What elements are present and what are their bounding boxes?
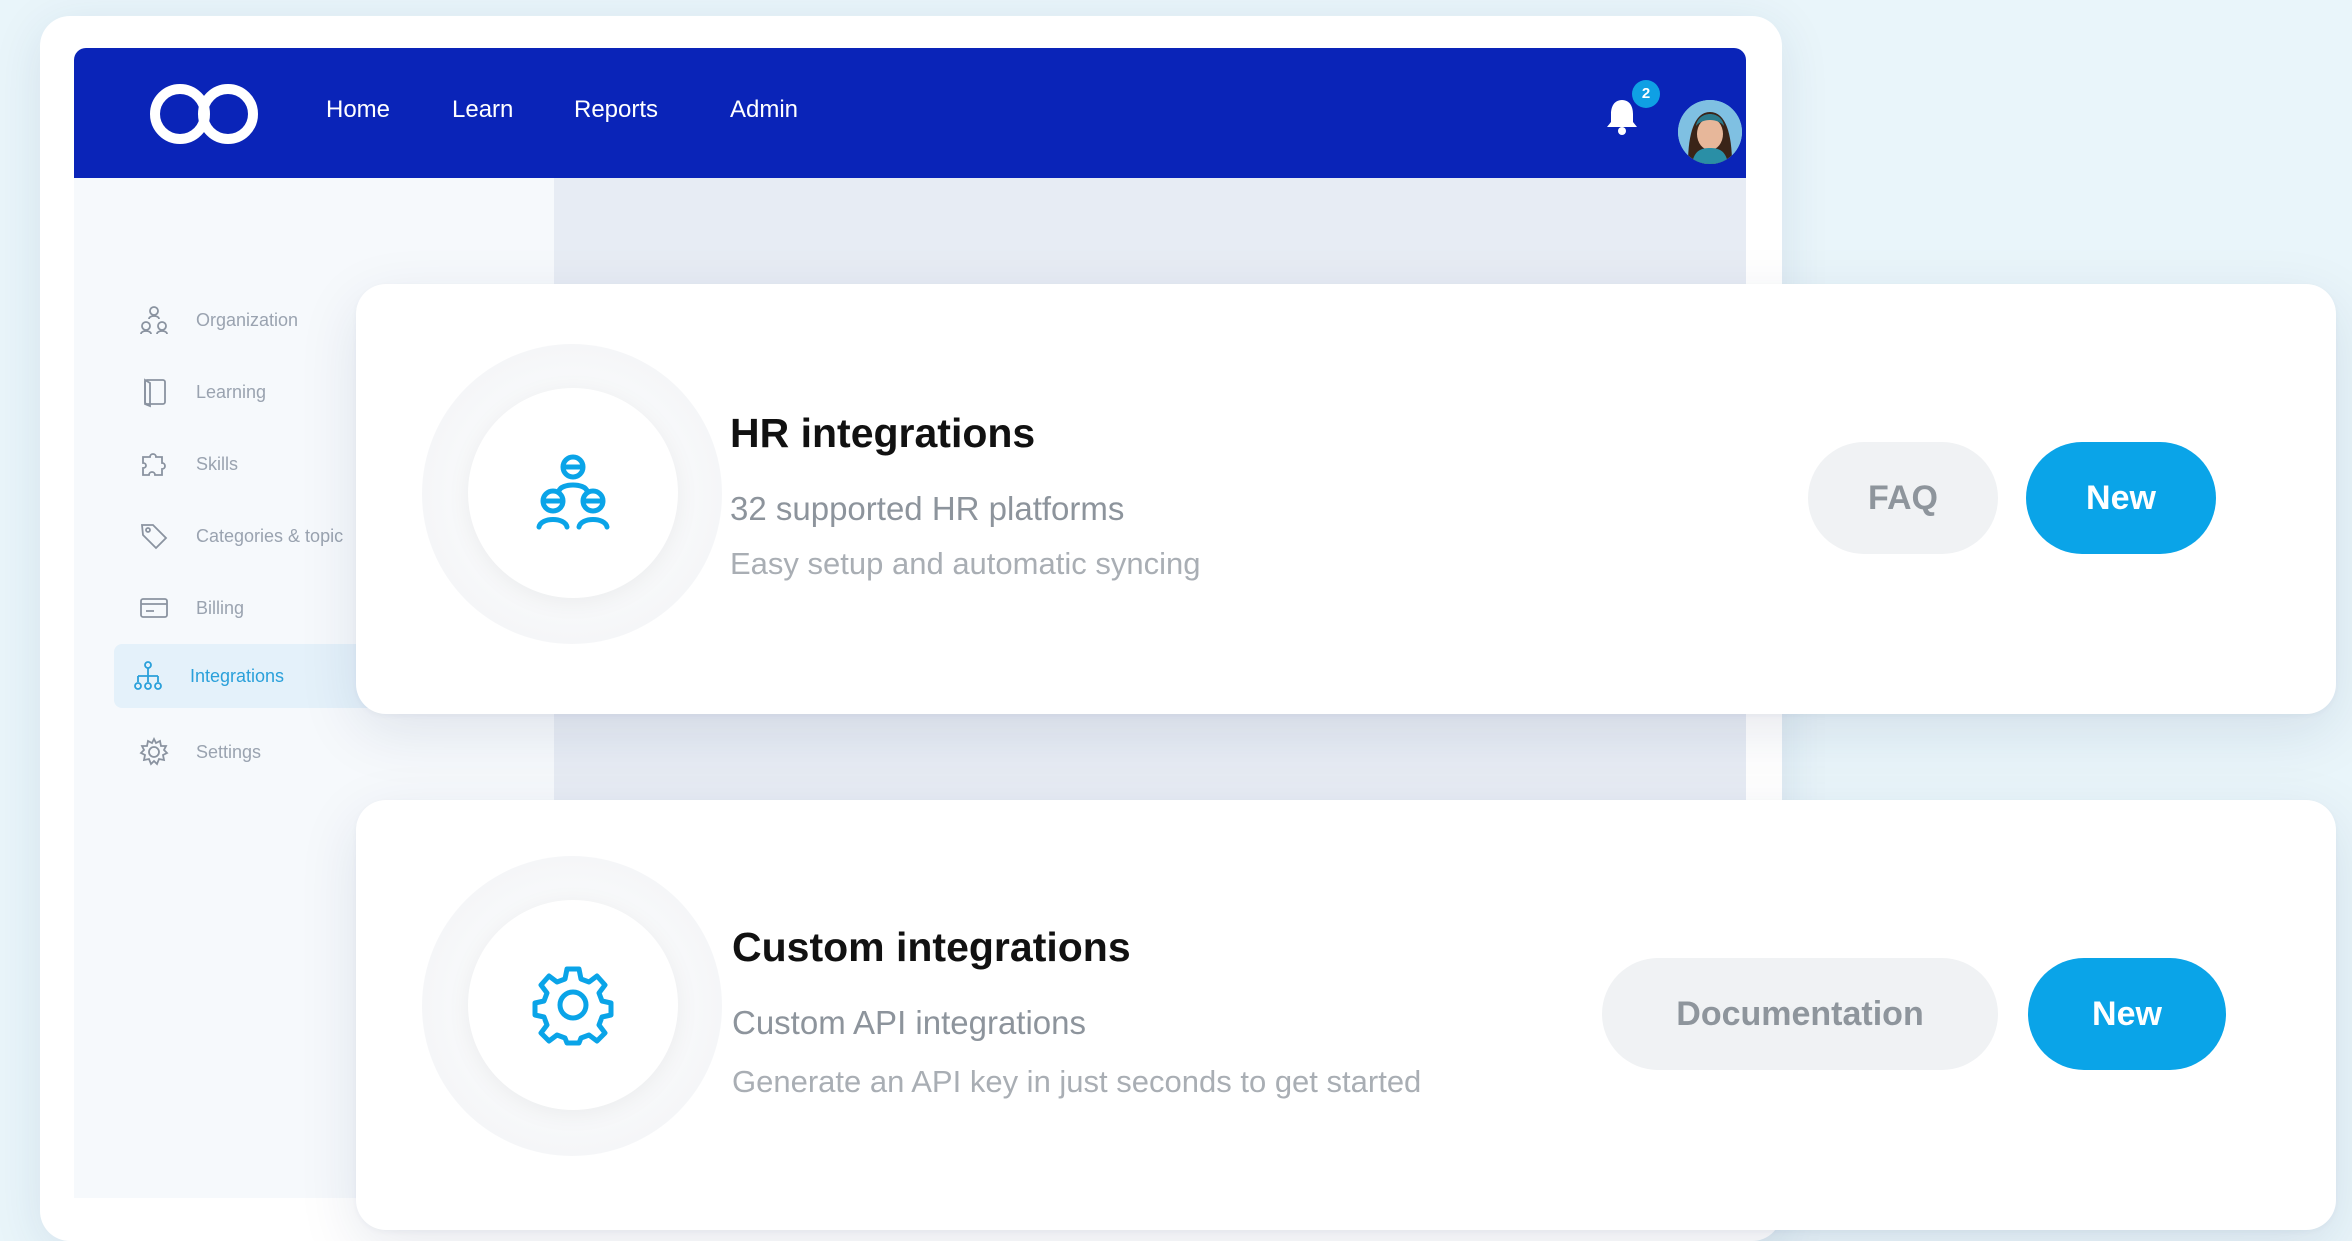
organization-icon	[140, 306, 168, 335]
integrations-icon	[134, 661, 162, 690]
hr-card-subtitle: 32 supported HR platforms	[730, 490, 1125, 527]
people-group-icon	[536, 454, 610, 530]
billing-icon	[140, 598, 168, 618]
nav-link-learn[interactable]: Learn	[452, 96, 513, 124]
top-navigation-bar: Home Learn Reports Admin 2	[74, 48, 1746, 178]
sidebar-item-label: Billing	[196, 597, 245, 618]
gear-icon	[532, 966, 614, 1046]
hr-new-button[interactable]: New	[2026, 442, 2216, 554]
hr-integrations-card: HR integrations 32 supported HR platform…	[356, 284, 2336, 714]
avatar[interactable]	[1678, 100, 1742, 164]
nav-link-reports[interactable]: Reports	[574, 96, 658, 124]
sidebar-item-label: Learning	[196, 381, 267, 402]
custom-icon-circle	[468, 900, 678, 1110]
custom-card-subtitle: Custom API integrations	[732, 1004, 1087, 1041]
custom-integrations-card: Custom integrations Custom API integrati…	[356, 800, 2336, 1230]
sidebar-item-settings[interactable]: Settings	[120, 720, 540, 784]
sidebar-item-label: Organization	[196, 309, 299, 330]
hr-icon-circle	[468, 388, 678, 598]
gear-icon	[139, 736, 169, 766]
custom-card-description: Generate an API key in just seconds to g…	[732, 1064, 1422, 1099]
documentation-button[interactable]: Documentation	[1602, 958, 1998, 1070]
sidebar-item-label: Categories & topic	[196, 525, 344, 546]
sidebar-item-label: Skills	[196, 453, 239, 474]
hr-card-title: HR integrations	[730, 410, 1036, 456]
custom-new-button[interactable]: New	[2028, 958, 2226, 1070]
nav-link-admin[interactable]: Admin	[730, 96, 798, 124]
tag-icon	[141, 524, 168, 550]
faq-button[interactable]: FAQ	[1808, 442, 1998, 554]
sidebar-item-label: Integrations	[190, 665, 285, 686]
book-icon	[144, 378, 166, 408]
avatar-portrait-icon	[1678, 100, 1742, 164]
sidebar-item-label: Settings	[196, 741, 262, 762]
nav-link-home[interactable]: Home	[326, 96, 390, 124]
hr-card-description: Easy setup and automatic syncing	[730, 546, 1201, 581]
notification-badge: 2	[1632, 80, 1660, 108]
custom-card-title: Custom integrations	[732, 924, 1131, 970]
logo-icon	[150, 84, 258, 144]
stage: Home Learn Reports Admin 2 Organization …	[0, 0, 2352, 1241]
puzzle-icon	[142, 453, 166, 476]
